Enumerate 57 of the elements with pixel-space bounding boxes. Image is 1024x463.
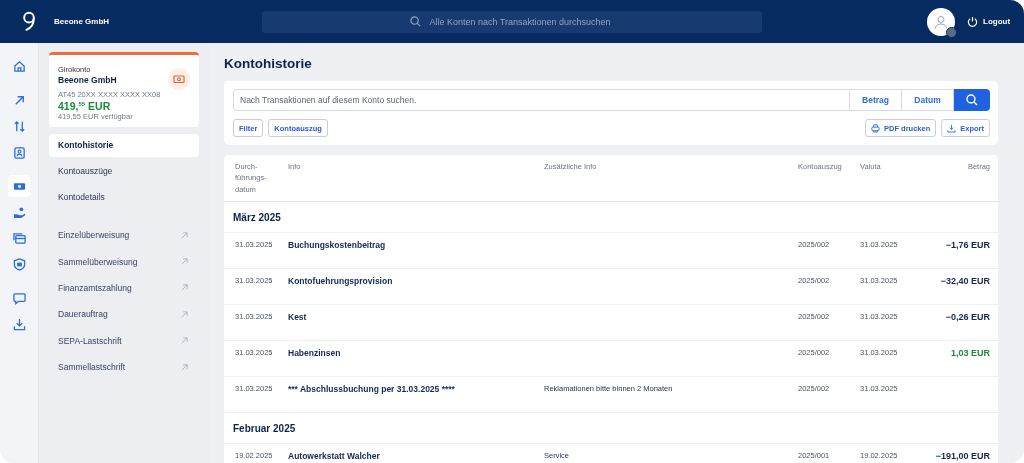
action-link[interactable]: Sammelüberweisung bbox=[58, 256, 138, 267]
account-balance: 419,$^{55}$ EUR bbox=[58, 100, 112, 112]
shield-icon bbox=[12, 257, 26, 271]
global-search-field[interactable]: Alle Konten nach Transaktionen durchsuchen bbox=[262, 10, 762, 33]
arrow-up-right-icon bbox=[181, 258, 188, 266]
rail-item[interactable] bbox=[8, 175, 30, 197]
sidebar-item[interactable]: Kontodetails bbox=[49, 186, 199, 209]
settings-badge[interactable] bbox=[946, 26, 957, 38]
search-icon bbox=[966, 94, 978, 106]
amount-cell-text: −1,76 EUR bbox=[944, 240, 990, 250]
sort-button[interactable]: Betrag bbox=[850, 89, 902, 111]
action-link[interactable]: Finanzamtszahlung bbox=[58, 282, 132, 293]
arrow-up-right-icon bbox=[181, 363, 188, 371]
logo-icon[interactable] bbox=[22, 10, 36, 33]
power-icon bbox=[967, 16, 978, 27]
arrow-up-right-icon bbox=[181, 337, 188, 345]
hand-coin-icon bbox=[12, 205, 26, 219]
company-name: Beeone GmbH bbox=[54, 17, 111, 26]
sidebar-item[interactable]: Kontoauszüge bbox=[49, 160, 199, 183]
sidebar-item[interactable]: Kontohistorie bbox=[49, 134, 199, 157]
table-cell-text: Kontofuehrungsprovision bbox=[288, 276, 394, 286]
printer-icon bbox=[870, 123, 880, 133]
cards-icon bbox=[12, 231, 26, 245]
amount-cell-text: −0,26 EUR bbox=[944, 312, 990, 322]
table-cell-text: Kest bbox=[288, 312, 308, 322]
amount-cell-text: 1,03 EUR bbox=[949, 348, 990, 358]
month-heading: Februar 2025 bbox=[233, 422, 296, 434]
action-link[interactable]: Einzelüberweisung bbox=[58, 230, 130, 241]
sort-button[interactable]: Datum bbox=[902, 89, 954, 111]
table-cell-text: Habenzinsen bbox=[288, 348, 342, 358]
user-icon bbox=[934, 14, 948, 29]
id-badge-icon bbox=[12, 145, 26, 159]
arrow-up-right-icon bbox=[181, 231, 188, 239]
download-icon bbox=[947, 123, 957, 133]
action-link[interactable]: Dauerauftrag bbox=[58, 309, 108, 320]
table-cell-text: Autowerkstatt Walcher bbox=[288, 451, 381, 461]
account-name: Beeone GmbH bbox=[58, 75, 118, 85]
amount-cell-text: −32,40 EUR bbox=[939, 276, 990, 286]
search-icon bbox=[410, 16, 421, 27]
table-cell-text: Buchungskostenbeitrag bbox=[288, 240, 387, 250]
swap-arrows-icon bbox=[12, 119, 26, 133]
amount-cell-text: −191,00 EUR bbox=[934, 451, 990, 461]
chat-icon bbox=[12, 291, 26, 305]
download-icon bbox=[12, 317, 26, 331]
action-link[interactable]: SEPA-Lastschrift bbox=[58, 335, 122, 346]
action-link[interactable]: Sammellastschrift bbox=[58, 362, 126, 373]
avatar[interactable] bbox=[927, 7, 955, 36]
home-icon bbox=[12, 59, 26, 73]
search-field[interactable]: Nach Transaktionen auf diesem Konto suchen. bbox=[233, 89, 850, 111]
month-heading: März 2025 bbox=[233, 211, 281, 223]
search-button[interactable] bbox=[954, 89, 990, 111]
cash-icon bbox=[168, 68, 190, 90]
logout-button[interactable]: Logout bbox=[967, 16, 1011, 27]
arrow-up-right-icon bbox=[181, 310, 188, 318]
page-title: Kontohistorie bbox=[224, 56, 313, 71]
table-cell-text: *** Abschlussbuchung per 31.03.2025 **** bbox=[288, 384, 456, 394]
arrow-up-right-icon bbox=[181, 284, 188, 292]
